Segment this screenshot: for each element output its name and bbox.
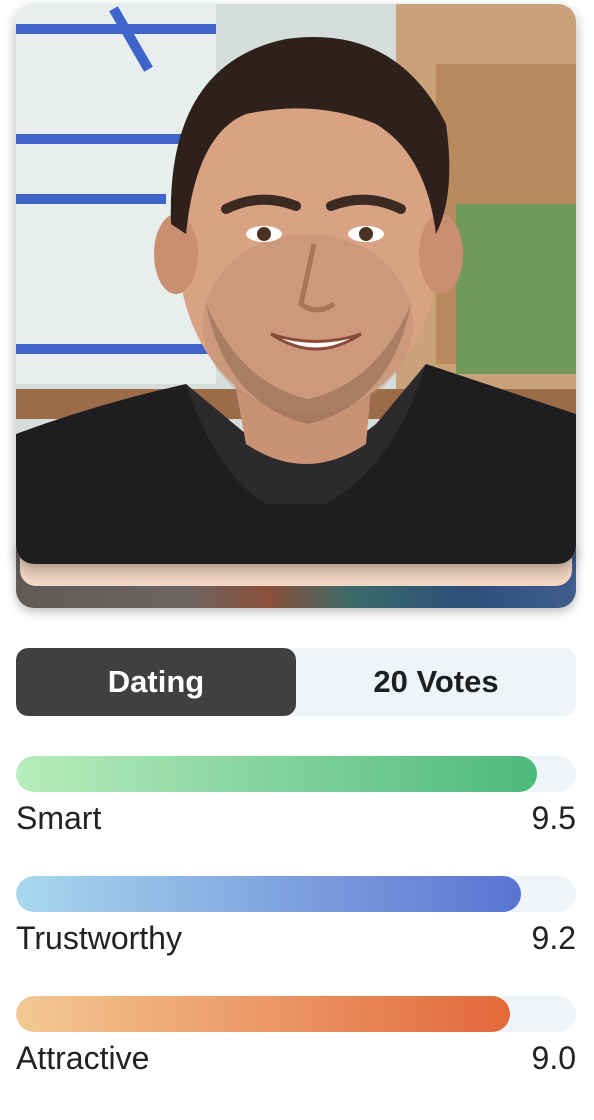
metric-value: 9.2 <box>531 920 576 956</box>
metric-fill <box>16 876 521 912</box>
category-tabs: Dating 20 Votes <box>16 648 576 716</box>
profile-photo-stack[interactable] <box>16 4 576 608</box>
metric-fill <box>16 996 510 1032</box>
metric-label: Trustworthy <box>16 920 182 956</box>
metric-label: Attractive <box>16 1040 150 1076</box>
metric-track <box>16 996 576 1032</box>
profile-photo[interactable] <box>16 4 576 564</box>
metric-trustworthy: Trustworthy 9.2 <box>16 876 576 966</box>
profile-photo-image <box>16 4 576 564</box>
tab-dating[interactable]: Dating <box>16 648 296 716</box>
metric-value: 9.5 <box>531 800 576 836</box>
metric-value: 9.0 <box>531 1040 576 1076</box>
metric-track <box>16 876 576 912</box>
metric-smart: Smart 9.5 <box>16 756 576 846</box>
metric-attractive: Attractive 9.0 <box>16 996 576 1086</box>
metric-label: Smart <box>16 800 102 836</box>
metric-fill <box>16 756 537 792</box>
tab-votes[interactable]: 20 Votes <box>296 648 576 716</box>
metric-track <box>16 756 576 792</box>
